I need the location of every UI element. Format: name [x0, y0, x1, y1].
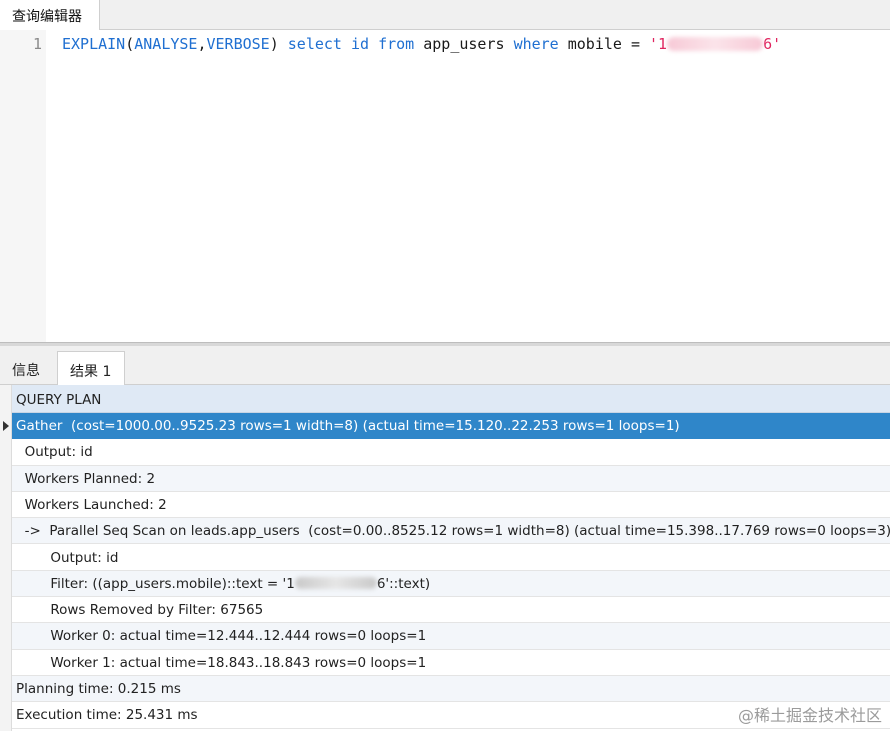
table-row[interactable]: Output: id	[12, 439, 890, 466]
table-cell: Worker 1: actual time=18.843..18.843 row…	[16, 654, 427, 671]
table-cell: Output: id	[16, 549, 119, 566]
table-cell: Execution time: 25.431 ms	[16, 707, 198, 724]
punct-comma: ,	[197, 35, 207, 53]
triangle-right-icon	[3, 421, 9, 431]
identifier-column: mobile	[567, 35, 622, 53]
line-number: 1	[32, 35, 42, 53]
keyword-select: select	[287, 35, 342, 53]
redacted-value	[294, 576, 377, 589]
table-row[interactable]: -> Parallel Seq Scan on leads.app_users …	[12, 518, 890, 545]
string-literal-start: '1	[649, 35, 668, 53]
line-number-gutter: 1	[0, 30, 46, 342]
filter-text-end: 6'::text)	[376, 575, 431, 592]
table-cell: Rows Removed by Filter: 67565	[16, 602, 264, 619]
table-row[interactable]: Gather (cost=1000.00..9525.23 rows=1 wid…	[12, 413, 890, 440]
row-indicator-column	[0, 385, 12, 731]
table-cell: -> Parallel Seq Scan on leads.app_users …	[16, 523, 890, 540]
table-cell: Workers Planned: 2	[16, 470, 156, 487]
column-header-query-plan[interactable]: QUERY PLAN	[12, 385, 890, 413]
code-line[interactable]: EXPLAIN(ANALYSE,VERBOSE) select id from …	[62, 35, 781, 53]
table-row[interactable]: Workers Launched: 2	[12, 492, 890, 519]
tab-info[interactable]: 信息	[0, 351, 52, 385]
table-cell: Worker 0: actual time=12.444..12.444 row…	[16, 628, 427, 645]
table-cell: Gather (cost=1000.00..9525.23 rows=1 wid…	[16, 418, 680, 434]
filter-text-start: Filter: ((app_users.mobile)::text = '1	[16, 575, 295, 592]
table-row[interactable]: Workers Planned: 2	[12, 465, 890, 492]
identifier-table: app_users	[423, 35, 505, 53]
table-row[interactable]: Filter: ((app_users.mobile)::text = '1 6'…	[12, 570, 890, 598]
keyword-analyse: ANALYSE	[134, 35, 198, 53]
result-grid: QUERY PLAN Gather (cost=1000.00..9525.23…	[0, 385, 890, 731]
redacted-value	[667, 37, 764, 51]
table-cell: Output: id	[16, 444, 93, 461]
table-row[interactable]: Planning time: 0.215 ms	[12, 676, 890, 703]
table-row[interactable]: Worker 0: actual time=12.444..12.444 row…	[12, 623, 890, 650]
table-cell: Workers Launched: 2	[16, 496, 167, 513]
table-row[interactable]: Rows Removed by Filter: 67565	[12, 597, 890, 624]
identifier-id: id	[351, 35, 370, 53]
sql-editor[interactable]: 1 EXPLAIN(ANALYSE,VERBOSE) select id fro…	[0, 30, 890, 342]
operator-equals: =	[630, 35, 640, 53]
tab-result-1[interactable]: 结果 1	[57, 351, 125, 386]
watermark: @稀土掘金技术社区	[737, 706, 882, 725]
string-literal-end: 6'	[763, 35, 782, 53]
editor-tab-bar: 查询编辑器	[0, 0, 890, 31]
keyword-from: from	[378, 35, 415, 53]
keyword-verbose: VERBOSE	[206, 35, 270, 53]
table-cell: Filter: ((app_users.mobile)::text = '1 6'…	[16, 576, 430, 592]
tab-query-editor[interactable]: 查询编辑器	[0, 0, 100, 31]
punct-close-paren: )	[269, 35, 279, 53]
keyword-where: where	[513, 35, 559, 53]
table-row[interactable]: Output: id	[12, 545, 890, 571]
keyword-explain: EXPLAIN	[62, 35, 126, 53]
table-cell: Planning time: 0.215 ms	[16, 681, 181, 697]
table-row[interactable]: Worker 1: actual time=18.843..18.843 row…	[12, 650, 890, 676]
result-tab-bar: 信息 结果 1	[0, 346, 890, 386]
punct-open-paren: (	[125, 35, 135, 53]
